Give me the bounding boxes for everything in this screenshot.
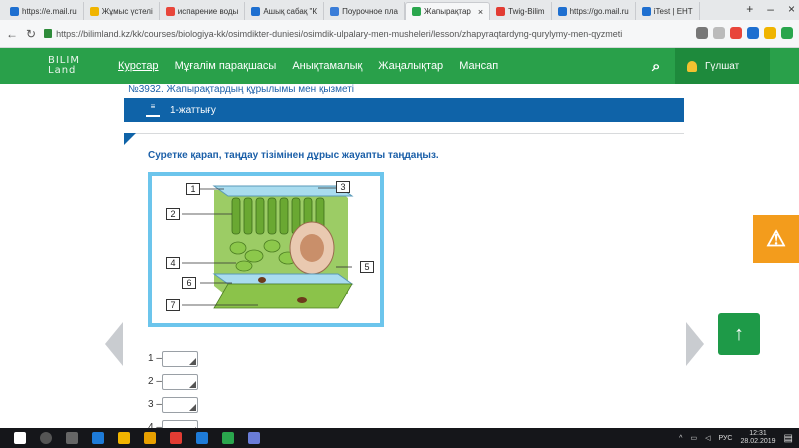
edge-icon[interactable] bbox=[92, 432, 104, 444]
clock[interactable]: 12:31 28.02.2019 bbox=[741, 430, 776, 446]
new-tab-icon[interactable]: + bbox=[746, 2, 753, 16]
mail-icon[interactable] bbox=[170, 432, 182, 444]
close-window-icon[interactable]: × bbox=[788, 2, 795, 16]
answer-number: 1 – bbox=[148, 353, 162, 364]
tab-favicon-icon bbox=[89, 6, 99, 16]
browser-tab[interactable]: https://go.mail.ru bbox=[552, 2, 636, 20]
leaf-cross-section-image bbox=[182, 185, 354, 309]
extension-icons bbox=[696, 27, 793, 39]
next-arrow-icon[interactable] bbox=[686, 322, 704, 366]
url-field[interactable]: https://bilimland.kz/kk/courses/biologiy… bbox=[56, 29, 622, 39]
figure-label-4: 4 bbox=[166, 257, 180, 269]
star-icon[interactable] bbox=[713, 27, 725, 39]
app-icon[interactable] bbox=[222, 432, 234, 444]
search-icon[interactable]: ⌕ bbox=[652, 58, 660, 75]
nav-career[interactable]: Мансап bbox=[459, 60, 498, 72]
extension-icon[interactable] bbox=[730, 27, 742, 39]
user-icon bbox=[687, 60, 697, 72]
leaf-diagram: 1 3 2 4 5 6 7 bbox=[152, 176, 380, 323]
volume-icon[interactable]: ◁ bbox=[705, 434, 710, 442]
reload-icon[interactable]: ↻ bbox=[26, 27, 36, 41]
question-text: Суретке қарап, таңдау тізімінен дұрыс жа… bbox=[148, 150, 439, 161]
answer-list: 1 – 2 – 3 – 4 – bbox=[148, 347, 198, 439]
exercise-label: 1-жаттығу bbox=[170, 104, 216, 116]
tab-favicon-icon bbox=[411, 7, 421, 16]
tab-favicon-icon bbox=[165, 6, 175, 16]
chevron-up-icon[interactable]: ^ bbox=[679, 435, 682, 442]
user-name: Гүлшат bbox=[705, 60, 740, 72]
previous-arrow-icon[interactable] bbox=[105, 322, 123, 366]
figure-label-1: 1 bbox=[186, 183, 200, 195]
site-navbar: BILIM Land Курстар Мұғалім парақшасы Аны… bbox=[0, 48, 799, 84]
back-icon[interactable]: ← bbox=[6, 27, 18, 41]
window-controls: + – × bbox=[746, 2, 795, 16]
app-icon[interactable] bbox=[248, 432, 260, 444]
nav-news[interactable]: Жаңалықтар bbox=[378, 60, 443, 72]
tab-favicon-icon bbox=[251, 6, 261, 16]
browser-tab[interactable]: iTest | ЕНТ bbox=[636, 2, 700, 20]
tab-favicon-icon bbox=[10, 6, 19, 16]
extension-icon[interactable] bbox=[764, 27, 776, 39]
exercise-bar: ≡ 1-жаттығу bbox=[124, 98, 684, 122]
figure-label-7: 7 bbox=[166, 299, 180, 311]
answer-number: 3 – bbox=[148, 399, 162, 410]
minimize-icon[interactable]: – bbox=[767, 2, 774, 16]
extension-icon[interactable] bbox=[781, 27, 793, 39]
tab-favicon-icon bbox=[557, 6, 567, 16]
search-icon[interactable] bbox=[40, 432, 52, 444]
os-taskbar: ^ ▭ ◁ РУС 12:31 28.02.2019 ▤ bbox=[0, 428, 799, 448]
nav-reference[interactable]: Анықтамалық bbox=[292, 60, 362, 72]
extension-icon[interactable] bbox=[747, 27, 759, 39]
leaf-diagram-frame: 1 3 2 4 5 6 7 bbox=[148, 172, 384, 327]
language-indicator[interactable]: РУС bbox=[718, 435, 732, 442]
browser-tab-bar: https://e.mail.ru Жұмыс үстелі испарение… bbox=[0, 0, 799, 20]
browser-tab[interactable]: Ашық сабақ "К bbox=[245, 2, 325, 20]
address-bar: ← ↻ https://bilimland.kz/kk/courses/biol… bbox=[0, 20, 799, 48]
user-menu[interactable]: Гүлшат bbox=[675, 48, 770, 84]
figure-label-3: 3 bbox=[336, 181, 350, 193]
browser-tab[interactable]: https://e.mail.ru bbox=[4, 2, 84, 20]
answer-row: 3 – bbox=[148, 393, 198, 416]
answer-row: 2 – bbox=[148, 370, 198, 393]
system-tray: ^ ▭ ◁ РУС 12:31 28.02.2019 ▤ bbox=[679, 430, 793, 446]
translate-icon[interactable] bbox=[696, 27, 708, 39]
network-icon[interactable]: ▭ bbox=[690, 434, 697, 442]
nav-courses[interactable]: Курстар bbox=[118, 60, 159, 72]
answer-select[interactable] bbox=[162, 350, 198, 367]
browser-tab-active[interactable]: Жапырақтар × bbox=[404, 2, 491, 20]
answer-select[interactable] bbox=[162, 373, 198, 390]
card-corner-decoration bbox=[124, 133, 136, 145]
figure-label-5: 5 bbox=[360, 261, 374, 273]
bilimland-logo[interactable]: BILIM Land bbox=[48, 56, 98, 76]
answer-number: 2 – bbox=[148, 376, 162, 387]
browser-tab[interactable]: Жұмыс үстелі bbox=[84, 2, 160, 20]
lock-icon bbox=[44, 29, 53, 38]
app-icon[interactable] bbox=[196, 432, 208, 444]
close-tab-icon[interactable]: × bbox=[478, 7, 483, 17]
answer-row: 1 – bbox=[148, 347, 198, 370]
tab-favicon-icon bbox=[330, 6, 340, 16]
menu-icon[interactable]: ≡ bbox=[146, 103, 160, 117]
browser-tab[interactable]: Twig-Bilim bbox=[490, 2, 552, 20]
warning-icon[interactable]: ⚠ bbox=[753, 215, 799, 263]
task-view-icon[interactable] bbox=[66, 432, 78, 444]
browser-tab[interactable]: Поурочное пла bbox=[324, 2, 405, 20]
tab-favicon-icon bbox=[641, 6, 651, 16]
answer-select[interactable] bbox=[162, 396, 198, 413]
main-nav: Курстар Мұғалім парақшасы Анықтамалық Жа… bbox=[118, 60, 498, 72]
browser-tab[interactable]: испарение воды bbox=[160, 2, 246, 20]
lesson-title: №3932. Жапырақтардың құрылымы мен қызмет… bbox=[128, 84, 355, 95]
windows-start-icon[interactable] bbox=[14, 432, 26, 444]
nav-teacher-page[interactable]: Мұғалім парақшасы bbox=[175, 60, 277, 72]
figure-label-6: 6 bbox=[182, 277, 196, 289]
store-icon[interactable] bbox=[144, 432, 156, 444]
figure-label-2: 2 bbox=[166, 208, 180, 220]
tab-favicon-icon bbox=[496, 6, 506, 16]
scroll-to-top-icon[interactable]: ↑ bbox=[718, 313, 760, 355]
notification-icon[interactable]: ▤ bbox=[784, 433, 793, 444]
explorer-icon[interactable] bbox=[118, 432, 130, 444]
